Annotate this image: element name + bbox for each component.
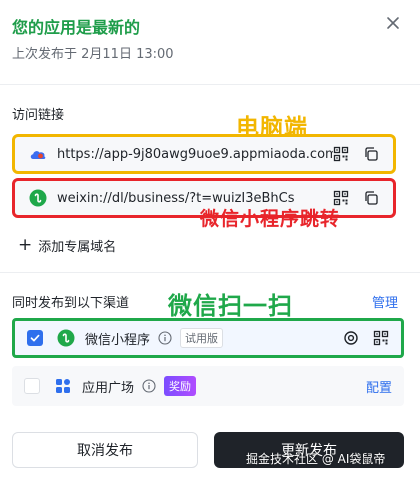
publish-panel: 您的应用是最新的 上次发布于 2月11日 13:00 访问链接 电脑端 http… xyxy=(0,0,420,480)
web-url[interactable]: https://app-9j80awg9uoe9.appmiaoda.com xyxy=(57,147,333,162)
access-links-label: 访问链接 xyxy=(12,108,65,123)
last-published-time: 上次发布于 2月11日 13:00 xyxy=(12,47,174,62)
preview-icon[interactable] xyxy=(343,330,359,346)
info-icon[interactable] xyxy=(158,331,172,345)
channels-title: 同时发布到以下渠道 xyxy=(12,296,130,311)
channel-name: 应用广场 xyxy=(82,380,135,396)
close-icon[interactable] xyxy=(384,14,402,32)
copy-icon[interactable] xyxy=(363,146,379,162)
divider xyxy=(0,84,420,85)
manage-link[interactable]: 管理 xyxy=(372,292,398,311)
configure-link[interactable]: 配置 xyxy=(366,377,392,396)
reward-tag: 奖励 xyxy=(164,376,197,396)
add-domain-button[interactable]: + 添加专属域名 xyxy=(18,235,117,256)
page-title: 您的应用是最新的 xyxy=(12,18,141,37)
channel-row-mini-program: 微信小程序 试用版 xyxy=(12,318,404,358)
annotation-mini-program-jump: 微信小程序跳转 xyxy=(200,208,341,230)
watermark: 掘金技术社区 @ AI袋鼠帝 xyxy=(246,452,386,466)
add-domain-label: 添加专属域名 xyxy=(38,240,117,255)
checkbox-checked[interactable] xyxy=(27,330,43,346)
mini-program-icon xyxy=(29,189,47,207)
trial-version-tag: 试用版 xyxy=(180,328,224,348)
plus-icon: + xyxy=(18,235,33,255)
channel-row-app-store: 应用广场 奖励 配置 xyxy=(12,366,404,406)
cloud-icon xyxy=(30,151,46,159)
channel-name: 微信小程序 xyxy=(85,332,151,348)
apps-grid-icon xyxy=(56,379,70,393)
annotation-wechat-scan: 微信扫一扫 xyxy=(168,292,293,320)
divider xyxy=(0,272,420,273)
web-link-box: https://app-9j80awg9uoe9.appmiaoda.com xyxy=(12,134,396,174)
checkbox-unchecked[interactable] xyxy=(24,378,40,394)
cancel-publish-button[interactable]: 取消发布 xyxy=(12,432,198,468)
check-icon xyxy=(30,334,40,342)
mini-program-icon xyxy=(57,329,75,347)
qrcode-icon[interactable] xyxy=(373,330,389,346)
info-icon[interactable] xyxy=(142,379,156,393)
qrcode-icon[interactable] xyxy=(333,146,349,162)
copy-icon[interactable] xyxy=(363,190,379,206)
